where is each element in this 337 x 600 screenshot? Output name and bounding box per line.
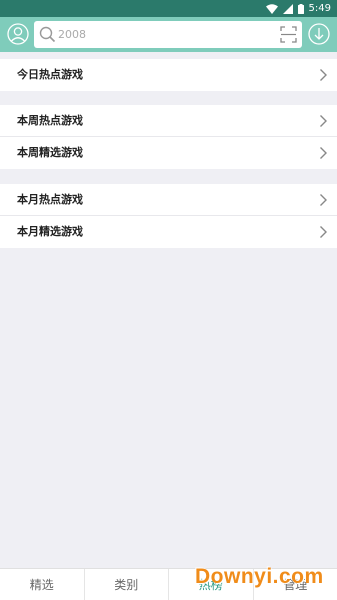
tab-label: 管理 xyxy=(283,578,308,592)
tab-featured[interactable]: 精选 xyxy=(0,569,85,600)
tab-rankings[interactable]: 热榜 xyxy=(169,569,254,600)
list-item-label: 今日热点游戏 xyxy=(17,68,83,81)
user-avatar-icon[interactable] xyxy=(7,23,29,45)
list-item-week-hot[interactable]: 本周热点游戏 xyxy=(0,105,337,137)
tab-categories[interactable]: 类别 xyxy=(85,569,169,600)
search-box[interactable] xyxy=(34,21,302,48)
signal-icon xyxy=(282,3,293,14)
status-bar: 5:49 xyxy=(0,0,337,17)
list-item-label: 本月精选游戏 xyxy=(17,225,83,238)
tab-label: 热榜 xyxy=(198,578,223,592)
download-icon[interactable] xyxy=(308,23,330,45)
status-icons: 5:49 xyxy=(265,2,331,15)
chevron-right-icon xyxy=(320,147,327,159)
group-today: 今日热点游戏 xyxy=(0,59,337,91)
list-item-month-hot[interactable]: 本月热点游戏 xyxy=(0,184,337,216)
list-item-month-picks[interactable]: 本月精选游戏 xyxy=(0,216,337,248)
tab-manage[interactable]: 管理 xyxy=(254,569,337,600)
list-item-label: 本周精选游戏 xyxy=(17,146,83,159)
bottom-tab-bar: 精选 类别 热榜 管理 xyxy=(0,568,337,600)
chevron-right-icon xyxy=(320,69,327,81)
top-bar xyxy=(0,17,337,52)
chevron-right-icon xyxy=(320,226,327,238)
status-time: 5:49 xyxy=(308,3,331,14)
chevron-right-icon xyxy=(320,194,327,206)
tab-label: 精选 xyxy=(29,578,54,592)
group-month: 本月热点游戏 本月精选游戏 xyxy=(0,184,337,248)
chevron-right-icon xyxy=(320,115,327,127)
list-item-today-hot[interactable]: 今日热点游戏 xyxy=(0,59,337,91)
search-icon xyxy=(39,26,56,43)
tab-label: 类别 xyxy=(114,578,139,592)
search-input[interactable] xyxy=(58,26,268,43)
scan-icon[interactable] xyxy=(280,26,297,43)
list-item-week-picks[interactable]: 本周精选游戏 xyxy=(0,137,337,169)
battery-icon xyxy=(297,3,304,14)
wifi-icon xyxy=(265,3,278,14)
list-item-label: 本月热点游戏 xyxy=(17,193,83,206)
list-item-label: 本周热点游戏 xyxy=(17,114,83,127)
group-week: 本周热点游戏 本周精选游戏 xyxy=(0,105,337,169)
